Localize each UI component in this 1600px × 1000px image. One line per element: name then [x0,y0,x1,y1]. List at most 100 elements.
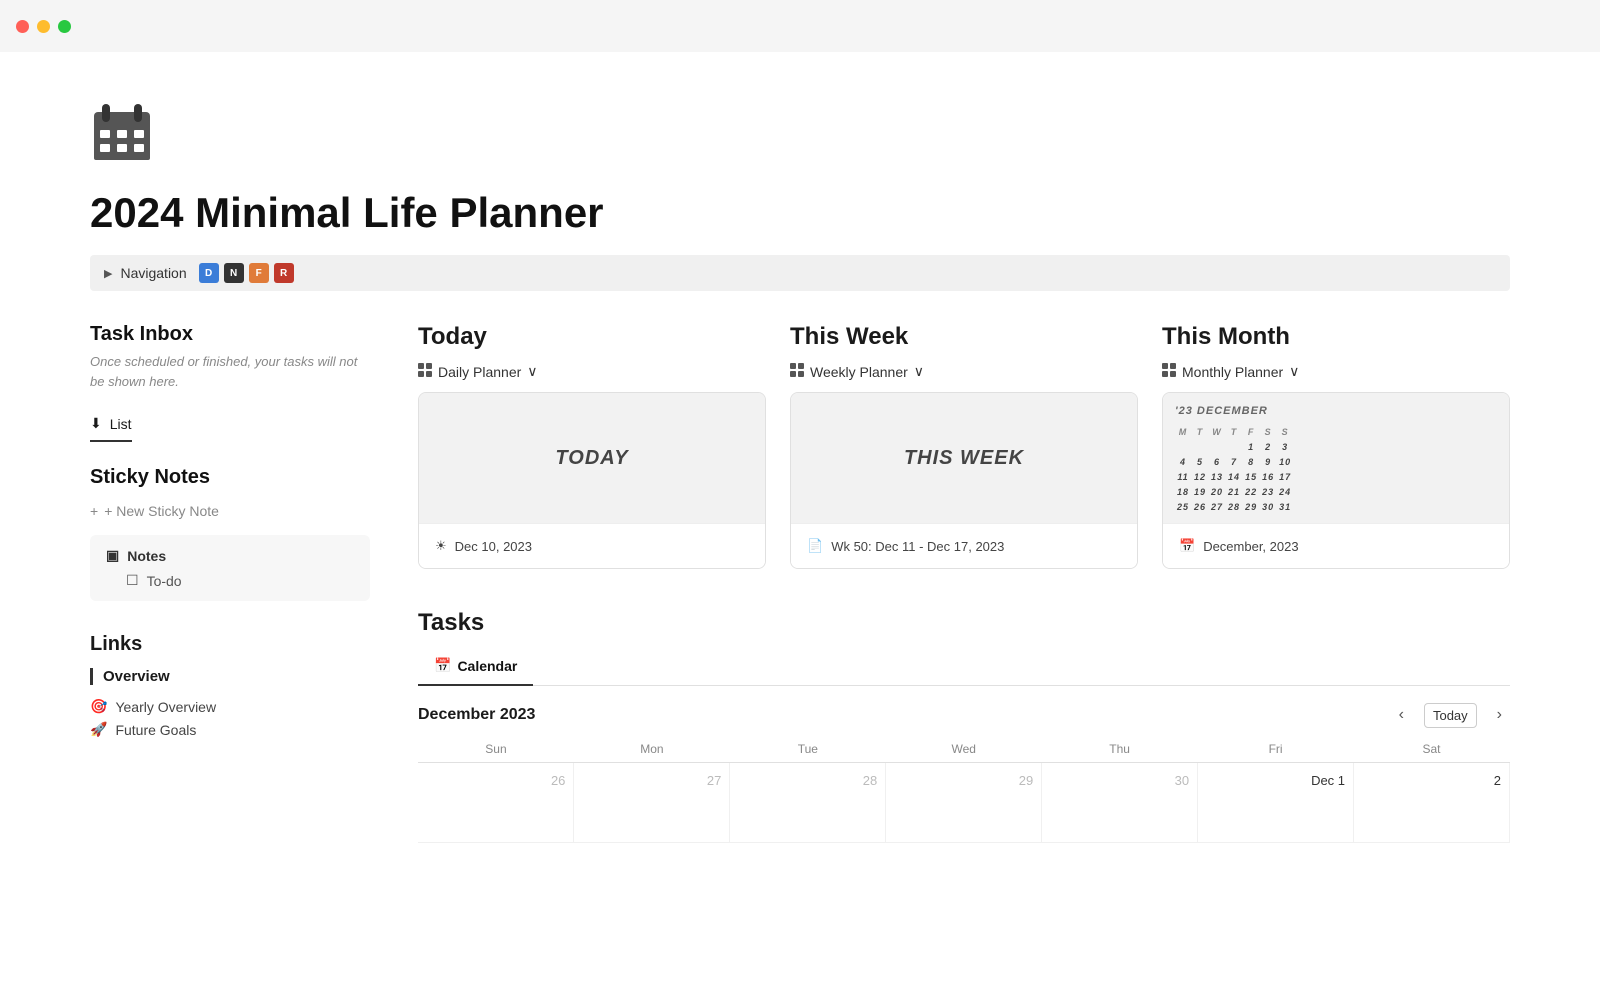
nav-badges: D N F R [199,263,294,283]
future-goals-link[interactable]: 🚀 Future Goals [90,718,370,741]
page-title: 2024 Minimal Life Planner [90,189,1510,237]
calendar-grid: Sun Mon Tue Wed Thu Fri Sat 26 27 [418,736,1510,843]
maximize-button[interactable] [58,20,71,33]
yearly-overview-icon: 🎯 [90,698,107,715]
planners-row: Today Daily Planner ∨ [418,323,1510,569]
month-card-body: '23 DECEMBER M T W T F S S 123 [1163,393,1509,523]
links-overview-group: Overview [90,668,370,685]
main-content: Today Daily Planner ∨ [418,323,1510,843]
weekly-planner-selector[interactable]: Weekly Planner ∨ [790,363,1138,380]
sticky-notes-item[interactable]: ▣ Notes [106,547,354,564]
tasks-heading: Tasks [418,609,1510,637]
links-title: Links [90,633,370,656]
today-card-body: TODAY [419,393,765,523]
weekly-planner-label: Weekly Planner [810,364,908,380]
calendar-tab[interactable]: 📅 Calendar [418,649,533,686]
tasks-tab-row: 📅 Calendar [418,649,1510,686]
calendar-icon: 📅 [1179,538,1195,554]
yearly-overview-label: Yearly Overview [115,699,216,715]
calendar-tab-icon: 📅 [434,657,451,674]
daily-planner-label: Daily Planner [438,364,521,380]
calendar-nav: ‹ Today › [1391,702,1510,728]
calendar-next-button[interactable]: › [1489,702,1510,728]
nav-badge-f: F [249,263,269,283]
yearly-overview-link[interactable]: 🎯 Yearly Overview [90,695,370,718]
cal-header-thu: Thu [1042,736,1198,763]
nav-label: Navigation [120,265,186,281]
close-button[interactable] [16,20,29,33]
task-inbox-section: Task Inbox Once scheduled or finished, y… [90,323,370,442]
calendar-month-title: December 2023 [418,706,535,724]
navigation-bar[interactable]: ▶ Navigation D N F R [90,255,1510,291]
cal-header-tue: Tue [730,736,886,763]
calendar-prev-button[interactable]: ‹ [1391,702,1412,728]
cal-header-fri: Fri [1198,736,1354,763]
daily-planner-chevron: ∨ [527,363,537,380]
sticky-card: ▣ Notes ☐ To-do [90,535,370,601]
month-planner-col: This Month Monthly Planner ∨ [1162,323,1510,569]
sidebar: Task Inbox Once scheduled or finished, y… [90,323,370,843]
sun-icon: ☀ [435,538,447,554]
task-inbox-subtitle: Once scheduled or finished, your tasks w… [90,352,370,391]
main-container: 2024 Minimal Life Planner ▶ Navigation D… [0,52,1600,1000]
month-planner-card[interactable]: '23 DECEMBER M T W T F S S 123 [1162,392,1510,569]
calendar-today-button[interactable]: Today [1424,703,1477,728]
today-planner-card[interactable]: TODAY ☀ Dec 10, 2023 [418,392,766,569]
week-planner-col: This Week Weekly Planner ∨ [790,323,1138,569]
cal-day-1-dec[interactable]: Dec 1 [1198,763,1354,843]
today-card-footer: ☀ Dec 10, 2023 [419,523,765,568]
future-goals-icon: 🚀 [90,721,107,738]
mini-calendar: M T W T F S S 123 45678910 1112131415161… [1175,425,1293,514]
weekly-planner-chevron: ∨ [914,363,924,380]
monthly-planner-selector[interactable]: Monthly Planner ∨ [1162,363,1510,380]
cal-header-sun: Sun [418,736,574,763]
nav-badge-d: D [199,263,219,283]
cal-day-27-nov[interactable]: 27 [574,763,730,843]
cal-day-26-nov[interactable]: 26 [418,763,574,843]
cal-header-sat: Sat [1354,736,1510,763]
today-planner-col: Today Daily Planner ∨ [418,323,766,569]
nav-toggle-icon: ▶ [104,267,112,280]
nav-badge-n: N [224,263,244,283]
notes-label: Notes [127,548,166,564]
week-date: Wk 50: Dec 11 - Dec 17, 2023 [831,539,1004,554]
cal-header-wed: Wed [886,736,1042,763]
weekly-planner-grid-icon [790,363,804,380]
page-icon [90,100,1510,177]
new-sticky-note-button[interactable]: + + New Sticky Note [90,495,370,527]
week-planner-card[interactable]: THIS WEEK 📄 Wk 50: Dec 11 - Dec 17, 2023 [790,392,1138,569]
cal-day-30-nov[interactable]: 30 [1042,763,1198,843]
sticky-todo-item[interactable]: ☐ To-do [126,572,354,589]
checkbox-icon: ☐ [126,572,139,589]
document-icon: 📄 [807,538,823,554]
future-goals-label: Future Goals [115,722,196,738]
week-card-footer: 📄 Wk 50: Dec 11 - Dec 17, 2023 [791,523,1137,568]
cal-week-row: 26 27 28 29 30 Dec 1 2 [418,763,1510,843]
calendar-tab-label: Calendar [457,658,517,674]
list-tab[interactable]: ⬇ List [90,407,132,442]
sticky-notes-section: Sticky Notes + + New Sticky Note ▣ Notes… [90,466,370,601]
week-heading: This Week [790,323,1138,351]
content-area: Task Inbox Once scheduled or finished, y… [90,323,1510,843]
cal-header-mon: Mon [574,736,730,763]
monthly-planner-label: Monthly Planner [1182,364,1283,380]
cal-day-28-nov[interactable]: 28 [730,763,886,843]
todo-label: To-do [147,573,182,589]
download-icon: ⬇ [90,415,102,432]
plus-icon: + [90,503,98,519]
tasks-section: Tasks 📅 Calendar December 2023 ‹ Today › [418,609,1510,843]
new-sticky-label: + New Sticky Note [104,503,219,519]
sticky-notes-title: Sticky Notes [90,466,370,489]
notes-icon: ▣ [106,547,119,564]
cal-day-29-nov[interactable]: 29 [886,763,1042,843]
today-date: Dec 10, 2023 [455,539,532,554]
calendar-header: December 2023 ‹ Today › [418,686,1510,736]
cal-day-2-dec[interactable]: 2 [1354,763,1510,843]
month-card-label: '23 DECEMBER [1175,405,1268,417]
monthly-planner-grid-icon [1162,363,1176,380]
month-card-footer: 📅 December, 2023 [1163,523,1509,568]
minimize-button[interactable] [37,20,50,33]
month-heading: This Month [1162,323,1510,351]
monthly-planner-chevron: ∨ [1289,363,1299,380]
daily-planner-selector[interactable]: Daily Planner ∨ [418,363,766,380]
